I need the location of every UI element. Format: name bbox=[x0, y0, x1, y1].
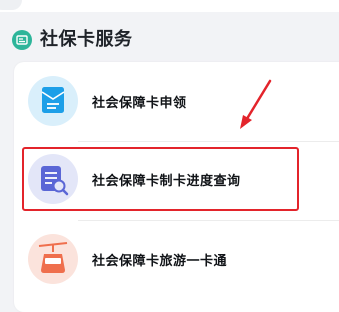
service-item-card-application[interactable]: 社会保障卡申领 bbox=[14, 62, 339, 140]
application-form-icon bbox=[28, 76, 78, 126]
section-header: 社保卡服务 bbox=[0, 14, 339, 62]
top-corner bbox=[0, 0, 22, 10]
divider bbox=[78, 220, 339, 221]
cable-car-icon bbox=[28, 234, 78, 284]
service-item-tourism-card[interactable]: 社会保障卡旅游一卡通 bbox=[14, 222, 339, 300]
top-strip bbox=[0, 0, 339, 12]
service-label: 社会保障卡旅游一卡通 bbox=[92, 254, 228, 269]
service-label: 社会保障卡申领 bbox=[92, 96, 187, 111]
section-title: 社保卡服务 bbox=[40, 29, 133, 50]
highlight-annotation-box bbox=[22, 147, 299, 211]
annotation-arrow-icon bbox=[240, 79, 272, 129]
card-icon bbox=[12, 30, 32, 50]
